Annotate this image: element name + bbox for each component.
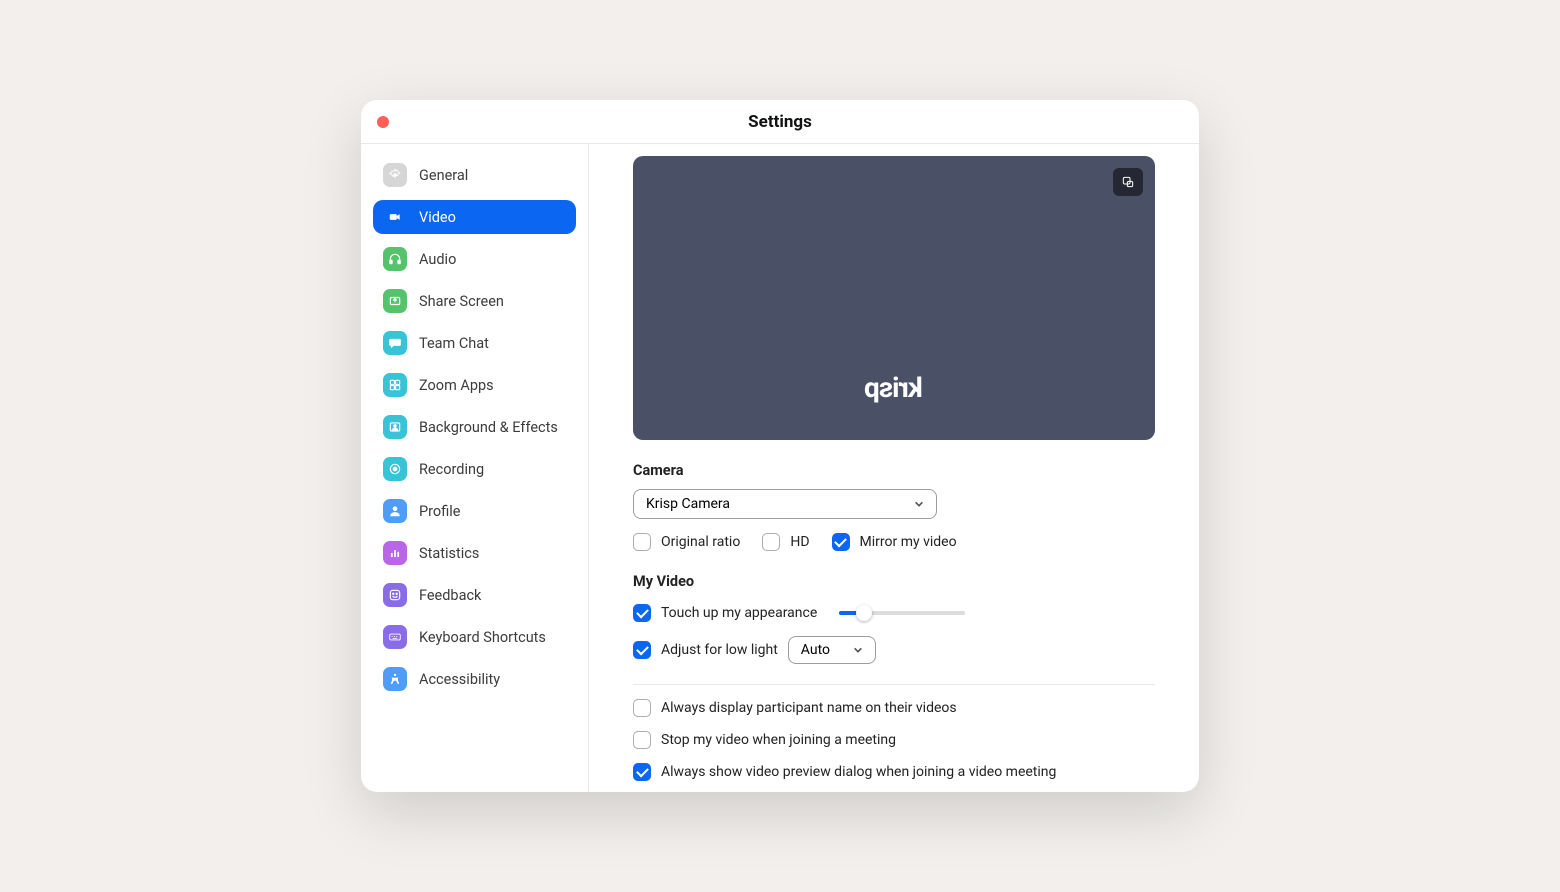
access-icon xyxy=(383,667,407,691)
option-row[interactable]: Always show video preview dialog when jo… xyxy=(633,763,1155,781)
sidebar-item-keyboard-shortcuts[interactable]: Keyboard Shortcuts xyxy=(373,620,576,654)
smile-icon xyxy=(383,583,407,607)
additional-options: Always display participant name on their… xyxy=(633,699,1155,792)
original-ratio-checkbox[interactable]: Original ratio xyxy=(633,533,740,551)
sidebar-item-label: Zoom Apps xyxy=(419,377,494,394)
touch-up-label: Touch up my appearance xyxy=(661,605,817,621)
preview-logo: krisp xyxy=(865,371,923,404)
titlebar: Settings xyxy=(361,100,1199,144)
apps-icon xyxy=(383,373,407,397)
sidebar-item-label: Video xyxy=(419,209,456,226)
mirror-checkbox[interactable]: Mirror my video xyxy=(832,533,957,551)
sidebar-item-label: Team Chat xyxy=(419,335,489,352)
keyboard-icon xyxy=(383,625,407,649)
rotate-icon xyxy=(1120,174,1136,190)
divider xyxy=(633,684,1155,685)
camera-select[interactable]: Krisp Camera xyxy=(633,489,937,519)
option-label: Always show video preview dialog when jo… xyxy=(661,764,1056,780)
mirror-label: Mirror my video xyxy=(860,534,957,550)
low-light-mode-select[interactable]: Auto xyxy=(788,636,876,664)
sidebar-item-label: Recording xyxy=(419,461,484,478)
low-light-checkbox[interactable]: Adjust for low light xyxy=(633,641,778,659)
option-row[interactable]: Always display participant name on their… xyxy=(633,699,1155,717)
sidebar-item-label: Audio xyxy=(419,251,456,268)
hd-label: HD xyxy=(790,534,809,550)
sidebar-item-background-effects[interactable]: Background & Effects xyxy=(373,410,576,444)
hd-checkbox[interactable]: HD xyxy=(762,533,809,551)
sidebar-item-recording[interactable]: Recording xyxy=(373,452,576,486)
sidebar-item-statistics[interactable]: Statistics xyxy=(373,536,576,570)
sidebar-item-label: Profile xyxy=(419,503,460,520)
sidebar: General Video Audio Share Screen Team Chat Zo… xyxy=(361,144,589,792)
touch-up-checkbox[interactable]: Touch up my appearance xyxy=(633,604,817,622)
sidebar-item-label: General xyxy=(419,167,468,184)
sidebar-item-label: Background & Effects xyxy=(419,419,558,436)
touch-up-slider[interactable] xyxy=(839,611,965,615)
stats-icon xyxy=(383,541,407,565)
original-ratio-label: Original ratio xyxy=(661,534,740,550)
video-icon xyxy=(383,205,407,229)
option-checkbox[interactable] xyxy=(633,699,651,717)
camera-selected-value: Krisp Camera xyxy=(646,496,730,512)
my-video-section-label: My Video xyxy=(633,573,1155,590)
video-preview: krisp xyxy=(633,156,1155,440)
chevron-down-icon xyxy=(914,499,924,509)
sidebar-item-feedback[interactable]: Feedback xyxy=(373,578,576,612)
close-button[interactable] xyxy=(377,116,389,128)
sidebar-item-label: Keyboard Shortcuts xyxy=(419,629,546,646)
sidebar-item-audio[interactable]: Audio xyxy=(373,242,576,276)
option-label: Always display participant name on their… xyxy=(661,700,957,716)
sidebar-item-label: Accessibility xyxy=(419,671,500,688)
sidebar-item-video[interactable]: Video xyxy=(373,200,576,234)
content-panel: krisp Camera Krisp Camera Original ratio… xyxy=(589,144,1199,792)
chevron-down-icon xyxy=(853,645,863,655)
settings-window: Settings General Video Audio Share Screen Te… xyxy=(361,100,1199,792)
sidebar-item-general[interactable]: General xyxy=(373,158,576,192)
sidebar-item-team-chat[interactable]: Team Chat xyxy=(373,326,576,360)
camera-section-label: Camera xyxy=(633,462,1155,479)
sidebar-item-profile[interactable]: Profile xyxy=(373,494,576,528)
record-icon xyxy=(383,457,407,481)
window-body: General Video Audio Share Screen Team Chat Zo… xyxy=(361,144,1199,792)
low-light-mode-value: Auto xyxy=(801,642,830,658)
chat-icon xyxy=(383,331,407,355)
person-icon xyxy=(383,499,407,523)
low-light-label: Adjust for low light xyxy=(661,642,778,658)
option-label: Stop my video when joining a meeting xyxy=(661,732,896,748)
sidebar-item-label: Share Screen xyxy=(419,293,504,310)
headphones-icon xyxy=(383,247,407,271)
window-title: Settings xyxy=(748,112,812,132)
sidebar-item-zoom-apps[interactable]: Zoom Apps xyxy=(373,368,576,402)
gear-icon xyxy=(383,163,407,187)
sidebar-item-label: Statistics xyxy=(419,545,479,562)
rotate-camera-button[interactable] xyxy=(1113,168,1143,196)
option-row[interactable]: Stop my video when joining a meeting xyxy=(633,731,1155,749)
option-checkbox[interactable] xyxy=(633,763,651,781)
share-up-icon xyxy=(383,289,407,313)
bg-icon xyxy=(383,415,407,439)
option-checkbox[interactable] xyxy=(633,731,651,749)
sidebar-item-accessibility[interactable]: Accessibility xyxy=(373,662,576,696)
sidebar-item-label: Feedback xyxy=(419,587,481,604)
sidebar-item-share-screen[interactable]: Share Screen xyxy=(373,284,576,318)
